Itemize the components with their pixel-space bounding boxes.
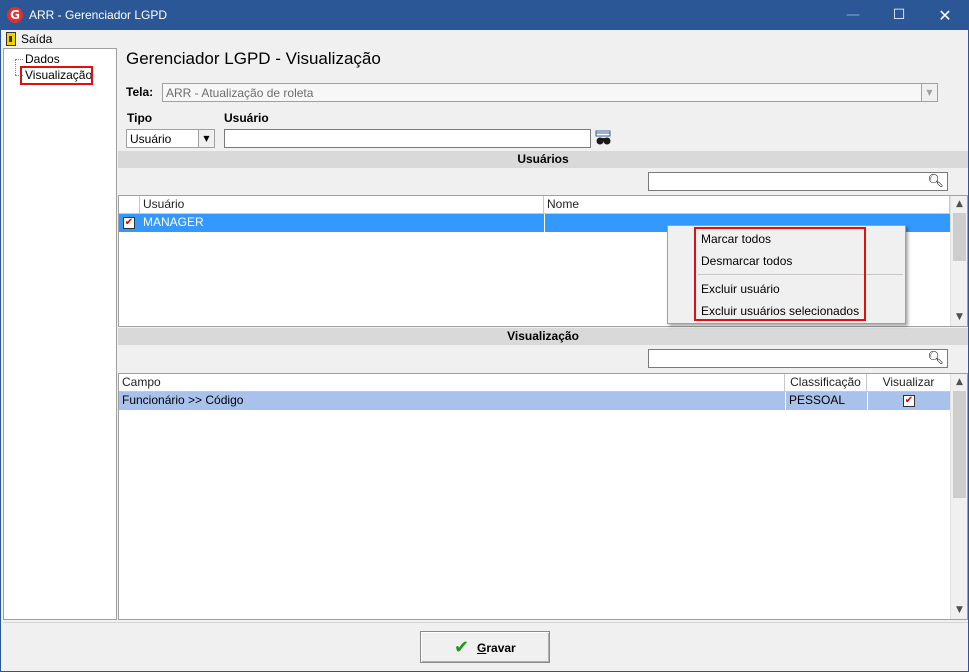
chevron-down-icon: ▼ <box>921 84 937 101</box>
maximize-button[interactable]: ☐ <box>876 1 922 30</box>
visualizar-checkbox[interactable]: ✔ <box>903 395 915 407</box>
title-bar[interactable]: G ARR - Gerenciador LGPD — ☐ ✕ <box>1 1 968 30</box>
users-scrollbar[interactable]: ▲ ▼ <box>950 196 967 326</box>
view-grid: Campo Classificação Visualizar Funcionár… <box>118 373 968 620</box>
scroll-up-icon[interactable]: ▲ <box>951 196 967 213</box>
window-title: ARR - Gerenciador LGPD <box>29 8 168 22</box>
menu-bar: Saída <box>1 30 968 48</box>
row-checkbox[interactable]: ✔ <box>123 217 135 229</box>
users-grid-header: Usuário Nome <box>119 196 950 214</box>
scroll-down-icon[interactable]: ▼ <box>951 602 967 619</box>
users-search-input[interactable]: 🔍︎ <box>648 172 948 191</box>
cell-visualizar[interactable]: ✔ <box>867 392 950 410</box>
tela-select: ARR - Atualização de roleta ▼ <box>162 83 938 102</box>
header-visualizar[interactable]: Visualizar <box>867 374 950 392</box>
binoculars-icon[interactable] <box>595 130 612 146</box>
scroll-thumb[interactable] <box>953 213 966 261</box>
tree-line <box>15 59 23 60</box>
save-button-label: Gravar <box>477 641 516 655</box>
minimize-button[interactable]: — <box>830 1 876 30</box>
header-usuario[interactable]: Usuário <box>140 196 544 214</box>
page-title: Gerenciador LGPD - Visualização <box>126 49 381 68</box>
app-logo-icon: G <box>7 7 23 23</box>
highlight-box <box>694 227 866 321</box>
view-grid-header: Campo Classificação Visualizar <box>119 374 950 392</box>
exit-door-icon[interactable] <box>6 32 16 46</box>
menu-exit[interactable]: Saída <box>21 32 52 46</box>
tipo-select[interactable]: Usuário ▼ <box>126 129 215 148</box>
tree-item-dados[interactable]: Dados <box>25 52 60 66</box>
checkmark-icon: ✔ <box>454 637 470 658</box>
scroll-up-icon[interactable]: ▲ <box>951 374 967 391</box>
search-icon[interactable]: 🔍︎ <box>927 174 944 189</box>
highlight-box <box>20 66 93 85</box>
tela-value: ARR - Atualização de roleta <box>166 86 314 100</box>
users-section-header: Usuários <box>118 151 968 168</box>
cell-campo: Funcionário >> Código <box>122 393 244 407</box>
scroll-down-icon[interactable]: ▼ <box>951 309 967 326</box>
navigation-tree: Dados Visualização <box>3 48 117 620</box>
tipo-label: Tipo <box>127 111 153 125</box>
cell-usuario: MANAGER <box>143 215 204 229</box>
close-button[interactable]: ✕ <box>922 1 968 30</box>
header-campo[interactable]: Campo <box>119 374 785 392</box>
scroll-thumb[interactable] <box>953 391 966 498</box>
save-button[interactable]: ✔ Gravar <box>420 631 550 663</box>
view-section-header: Visualização <box>118 328 968 345</box>
tipo-value: Usuário <box>130 132 172 146</box>
cell-classificacao: PESSOAL <box>785 392 867 410</box>
app-window: G ARR - Gerenciador LGPD — ☐ ✕ Saída Dad… <box>0 0 969 672</box>
search-icon[interactable]: 🔍︎ <box>927 351 944 366</box>
usuario-label: Usuário <box>224 111 269 125</box>
header-check-column <box>119 196 140 214</box>
view-scrollbar[interactable]: ▲ ▼ <box>950 374 967 619</box>
row-check-cell[interactable]: ✔ <box>119 214 140 232</box>
table-row[interactable]: Funcionário >> Código PESSOAL ✔ <box>119 392 950 410</box>
tela-label: Tela: <box>126 85 154 99</box>
chevron-down-icon[interactable]: ▼ <box>198 130 214 147</box>
usuario-input[interactable] <box>224 129 591 148</box>
tree-line <box>15 59 16 75</box>
header-nome[interactable]: Nome <box>544 196 950 214</box>
header-classificacao[interactable]: Classificação <box>785 374 867 392</box>
view-search-input[interactable]: 🔍︎ <box>648 349 948 368</box>
